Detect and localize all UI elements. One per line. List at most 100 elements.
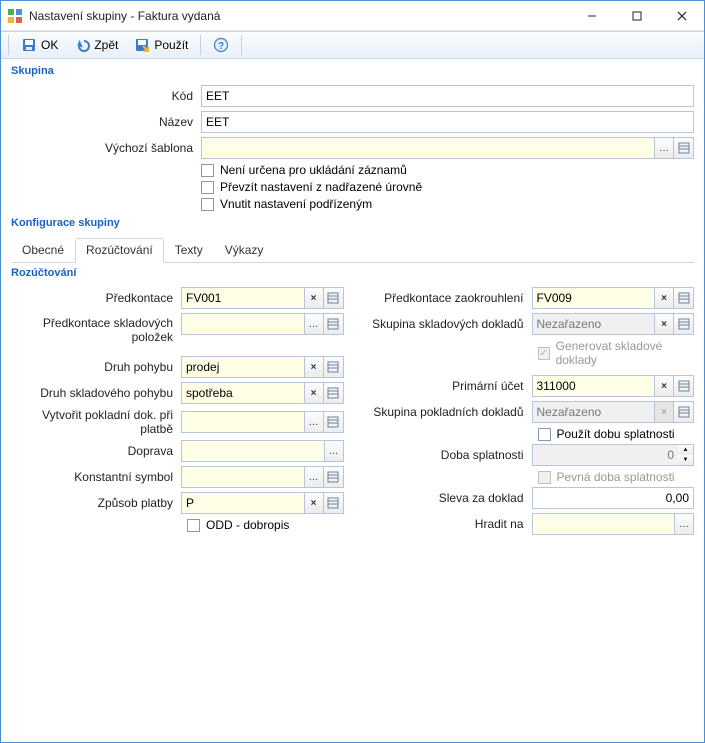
konst-sym-input[interactable] <box>181 466 304 488</box>
primarni-clear-button[interactable]: × <box>654 375 674 397</box>
nazev-label: Název <box>11 115 201 129</box>
skupina-sklad-clear-button[interactable]: × <box>654 313 674 335</box>
vytvorit-input[interactable] <box>181 411 304 433</box>
chk-pevna-doba <box>538 471 551 484</box>
predkontace-lookup-button[interactable] <box>324 287 344 309</box>
skupina-sklad-lookup-button[interactable] <box>674 313 694 335</box>
konst-sym-lookup-button[interactable] <box>324 466 344 488</box>
chevron-up-icon: ▲ <box>678 445 693 455</box>
chk-prevzit[interactable] <box>201 181 214 194</box>
close-button[interactable] <box>659 1 704 31</box>
kod-label: Kód <box>11 89 201 103</box>
chk-gen-sklad-label: Generovat skladové doklady <box>556 339 694 367</box>
chk-neni-urcena[interactable] <box>201 164 214 177</box>
kod-input[interactable]: EET <box>201 85 694 107</box>
sablona-input[interactable] <box>201 137 654 159</box>
zpet-button[interactable]: Zpět <box>67 34 125 56</box>
lookup-icon <box>327 361 339 373</box>
minimize-button[interactable] <box>569 1 614 31</box>
druh-sklad-pohybu-input[interactable]: spotřeba <box>181 382 304 404</box>
doba-splat-label: Doba splatnosti <box>362 448 532 462</box>
chevron-down-icon: ▼ <box>678 455 693 465</box>
doba-splat-spinner: ▲▼ <box>678 444 694 466</box>
predkontace-sklad-input[interactable] <box>181 313 304 335</box>
nazev-input[interactable]: EET <box>201 111 694 133</box>
druh-pohybu-clear-button[interactable]: × <box>304 356 324 378</box>
doba-splat-input: 0 <box>532 444 679 466</box>
chk-pouzit-splat[interactable] <box>538 428 551 441</box>
tab-vykazy[interactable]: Výkazy <box>214 238 275 263</box>
pouzit-button[interactable]: Použít <box>127 34 195 56</box>
zpusob-clear-button[interactable]: × <box>304 492 324 514</box>
predkontace-input[interactable]: FV001 <box>181 287 304 309</box>
svg-text:?: ? <box>218 41 224 52</box>
doprava-browse-button[interactable] <box>324 440 344 462</box>
window-title: Nastavení skupiny - Faktura vydaná <box>29 9 569 23</box>
content: Skupina Kód EET Název EET Výchozí šablon… <box>1 59 704 742</box>
sablona-label: Výchozí šablona <box>11 141 201 155</box>
druh-pohybu-lookup-button[interactable] <box>324 356 344 378</box>
druh-pohybu-label: Druh pohybu <box>11 360 181 374</box>
toolbar-separator <box>8 35 9 55</box>
chk-odd-dobropis[interactable] <box>187 519 200 532</box>
lookup-icon <box>327 292 339 304</box>
hradit-input[interactable] <box>532 513 675 535</box>
ok-label: OK <box>41 38 58 52</box>
predkontace-sklad-browse-button[interactable] <box>304 313 324 335</box>
lookup-icon <box>678 318 690 330</box>
vytvorit-lookup-button[interactable] <box>324 411 344 433</box>
ok-button[interactable]: OK <box>14 34 65 56</box>
hradit-label: Hradit na <box>362 517 532 531</box>
chk-prevzit-label: Převzít nastavení z nadřazené úrovně <box>220 180 422 194</box>
doprava-input[interactable] <box>181 440 324 462</box>
predkontace-zaok-clear-button[interactable]: × <box>654 287 674 309</box>
vytvorit-browse-button[interactable] <box>304 411 324 433</box>
zpet-label: Zpět <box>94 38 118 52</box>
skupina-pokl-clear-button: × <box>654 401 674 423</box>
chk-gen-sklad: ✓ <box>538 347 550 360</box>
konst-sym-browse-button[interactable] <box>304 466 324 488</box>
skupina-pokl-input[interactable]: Nezařazeno <box>532 401 655 423</box>
zpusob-input[interactable]: P <box>181 492 304 514</box>
konfig-legend: Konfigurace skupiny <box>11 217 126 229</box>
sleva-label: Sleva za doklad <box>362 491 532 505</box>
lookup-icon <box>327 471 339 483</box>
tab-obecne[interactable]: Obecné <box>11 238 75 263</box>
druh-pohybu-input[interactable]: prodej <box>181 356 304 378</box>
tab-rozuctovani[interactable]: Rozúčtování <box>75 238 164 263</box>
lookup-icon <box>678 142 690 154</box>
predkontace-zaok-lookup-button[interactable] <box>674 287 694 309</box>
toolbar-separator <box>241 35 242 55</box>
chk-pouzit-splat-label: Použít dobu splatnosti <box>557 427 675 441</box>
lookup-icon <box>678 380 690 392</box>
primarni-input[interactable]: 311000 <box>532 375 655 397</box>
primarni-label: Primární účet <box>362 379 532 393</box>
zpusob-lookup-button[interactable] <box>324 492 344 514</box>
sablona-lookup-button[interactable] <box>674 137 694 159</box>
maximize-button[interactable] <box>614 1 659 31</box>
sleva-input[interactable]: 0,00 <box>532 487 695 509</box>
predkontace-zaok-input[interactable]: FV009 <box>532 287 655 309</box>
chk-vnutit[interactable] <box>201 198 214 211</box>
help-button[interactable]: ? <box>206 34 236 56</box>
primarni-lookup-button[interactable] <box>674 375 694 397</box>
hradit-browse-button[interactable] <box>674 513 694 535</box>
toolbar: OK Zpět Použít ? <box>1 31 704 59</box>
toolbar-separator <box>200 35 201 55</box>
chk-vnutit-label: Vnutit nastavení podřízeným <box>220 197 372 211</box>
lookup-icon <box>327 497 339 509</box>
chk-odd-dobropis-label: ODD - dobropis <box>206 518 289 532</box>
tab-texty[interactable]: Texty <box>164 238 214 263</box>
pouzit-label: Použít <box>154 38 188 52</box>
sablona-browse-button[interactable] <box>654 137 674 159</box>
predkontace-sklad-lookup-button[interactable] <box>324 313 344 335</box>
skupina-pokl-lookup-button[interactable] <box>674 401 694 423</box>
konst-sym-label: Konstantní symbol <box>11 470 181 484</box>
predkontace-clear-button[interactable]: × <box>304 287 324 309</box>
skupina-sklad-input[interactable]: Nezařazeno <box>532 313 655 335</box>
rozuctovani-subgroup: Rozúčtování <box>11 269 694 283</box>
druh-sklad-pohybu-lookup-button[interactable] <box>324 382 344 404</box>
rozuctovani-legend: Rozúčtování <box>11 267 82 279</box>
chk-pevna-doba-label: Pevná doba splatnosti <box>557 470 675 484</box>
druh-sklad-pohybu-clear-button[interactable]: × <box>304 382 324 404</box>
